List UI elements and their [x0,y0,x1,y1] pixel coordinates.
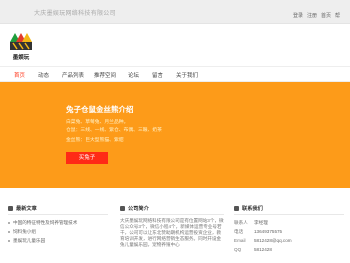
login-link[interactable]: 登录 [293,12,303,19]
phone-icon [234,206,239,211]
news-item-text[interactable]: 饲料兔小组 [13,227,36,236]
top-links: 登录 注册 首页 帮 [293,12,340,19]
news-item-text[interactable]: 中国的特征特性及饲养管理技术 [13,218,77,227]
buy-rabbit-button[interactable]: 买兔子 [66,152,108,164]
about-section: 公司简介 大庆墨娱玩网络科技有限公司是有位置网站3个，微信公众号3个，微信小程4… [120,205,224,263]
banner-line-golden-bear: 金丝熊：巨大型熊猫、紫貂 [66,138,124,143]
home-link[interactable]: 首页 [321,12,331,19]
company-name: 大庆墨娱玩网络科技有限公司 [34,11,116,17]
news-item-text[interactable]: 墨娱玩儿童乐园 [13,236,45,245]
about-text: 大庆墨娱玩网络科技有限公司是有位置网站3个，微信公众号3个，微信小程4个，新媒体… [120,218,224,247]
logo-icon[interactable] [8,28,32,52]
banner-line-hamsters: 仓鼠：三线、一线、紫仓、布偶、三眼、奶茶 [66,128,162,133]
contact-value[interactable]: 5812428@qq.com [254,236,292,245]
news-title-text: 最新文章 [16,206,37,212]
news-title: 最新文章 [8,205,108,215]
contact-key: Email [234,238,246,243]
bullet-icon [8,230,10,233]
hero-banner [0,82,350,188]
register-link[interactable]: 注册 [307,12,317,19]
contact-row: Email 5812428@qq.com [234,236,344,245]
help-link[interactable]: 帮 [335,12,340,19]
contact-value: 5812428 [254,247,272,252]
nav-item-forum[interactable]: 论坛 [128,71,139,79]
about-title: 公司简介 [120,205,224,215]
banner-line-rabbits: 白菜兔、草莓兔、月兰品种。 [66,120,129,125]
contact-title-text: 联系我们 [242,206,263,212]
about-title-text: 公司简介 [128,206,149,212]
contact-value: 李经理 [254,220,268,225]
contact-title: 联系我们 [234,205,344,215]
main-nav: 首页 动态 产品列表 推荐空间 论坛 留言 关于我们 [0,66,350,82]
list-icon [8,206,13,211]
contact-key: 联系人 [234,220,248,225]
news-item[interactable]: 中国的特征特性及饲养管理技术 [8,218,108,227]
news-item[interactable]: 墨娱玩儿童乐园 [8,236,108,245]
contact-row: 联系人 李经理 [234,218,344,227]
info-icon [120,206,125,211]
contact-row: QQ 5812428 [234,245,344,254]
contact-details: 联系人 李经理 电话 13649375575 Email 5812428@qq.com… [234,218,344,254]
contact-key: 电话 [234,229,244,234]
contact-key: QQ [234,247,242,252]
nav-item-news[interactable]: 动态 [38,71,49,79]
bullet-icon [8,221,10,224]
contact-value: 13649375575 [254,229,283,234]
top-bar: 大庆墨娱玩网络科技有限公司 登录 注册 首页 帮 [0,0,350,24]
banner-title: 兔子仓鼠金丝熊介绍 [66,105,134,114]
contact-section: 联系我们 联系人 李经理 电话 13649375575 Email 5812428@q… [234,205,344,263]
nav-item-about[interactable]: 关于我们 [176,71,198,79]
news-section: 最新文章 中国的特征特性及饲养管理技术 饲料兔小组 墨娱玩儿童乐园 [8,205,108,263]
nav-item-products[interactable]: 产品列表 [62,71,84,79]
bullet-icon [8,239,10,242]
news-list: 中国的特征特性及饲养管理技术 饲料兔小组 墨娱玩儿童乐园 [8,218,108,245]
nav-item-home[interactable]: 首页 [14,71,25,79]
nav-item-recommended[interactable]: 推荐空间 [94,71,116,79]
news-item[interactable]: 饲料兔小组 [8,227,108,236]
logo-text: 墨娱玩 [12,55,30,61]
contact-row: 电话 13649375575 [234,227,344,236]
nav-item-messages[interactable]: 留言 [152,71,163,79]
